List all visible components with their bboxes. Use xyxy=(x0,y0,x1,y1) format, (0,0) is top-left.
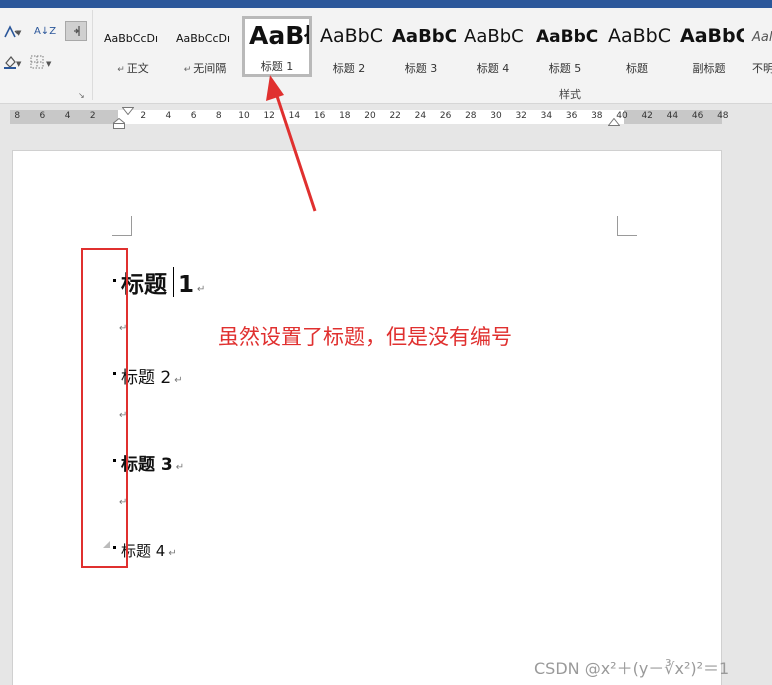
ruler-number: 30 xyxy=(490,111,502,121)
paragraph-dialog-launcher-icon[interactable]: ↘ xyxy=(78,91,85,100)
title-bar xyxy=(0,0,772,8)
ruler-number: 18 xyxy=(339,111,351,121)
style-preview: AaBbC xyxy=(464,26,524,47)
style-name: ↵ 正文 xyxy=(117,62,149,75)
change-case-dropdown-icon[interactable]: ▼ xyxy=(16,29,21,37)
ruler-number: 46 xyxy=(691,111,704,121)
ruler-number: 20 xyxy=(364,111,376,121)
ruler-number: 16 xyxy=(313,111,326,121)
ruler-number: 12 xyxy=(263,111,275,121)
style-preview: AaBł xyxy=(249,21,312,50)
word-window: ▼ A↓Z ▼ ▼ ↘ AaBbCcDı ↵ 正文 AaBbCcDı ↵ 无间隔… xyxy=(0,0,772,685)
heading-text: 标题 2 xyxy=(121,368,172,388)
borders-dropdown-icon[interactable]: ▼ xyxy=(46,60,51,68)
ruler-area: 8 6 4 2 2 4 6 8 10 12 14 16 18 20 22 24 26 28 30 32 34 36 38 40… xyxy=(0,104,772,134)
ruler-number: 48 xyxy=(717,111,729,121)
heading-number-text: 1 xyxy=(178,272,195,298)
paragraph-mark: ↵ xyxy=(174,375,183,386)
page-corner-mark xyxy=(112,216,132,236)
style-name: ↵ 无间隔 xyxy=(183,62,227,75)
ruler-number: 40 xyxy=(616,111,628,121)
ruler-number: 32 xyxy=(515,111,527,121)
heading-text: 标题 3 xyxy=(121,455,173,475)
horizontal-ruler[interactable]: 8 6 4 2 2 4 6 8 10 12 14 16 18 20 22 24 26 28 30 32 34 36 38 40… xyxy=(10,107,729,129)
sort-icon[interactable]: A↓Z xyxy=(34,21,56,41)
ruler-number: 6 xyxy=(39,111,46,121)
style-no-spacing[interactable]: AaBbCcDı ↵ 无间隔 xyxy=(170,18,240,76)
ruler-number: 38 xyxy=(591,111,603,121)
ruler-number: 14 xyxy=(288,111,301,121)
style-name: 不明 xyxy=(752,62,772,75)
ruler-number: 8 xyxy=(215,111,222,121)
ruler-number: 26 xyxy=(439,111,452,121)
group-divider xyxy=(92,10,93,100)
style-normal[interactable]: AaBbCcDı ↵ 正文 xyxy=(98,18,168,76)
borders-icon[interactable] xyxy=(26,52,48,72)
paragraph-group: ▼ A↓Z ▼ ▼ ↘ xyxy=(0,8,92,104)
ruler-number: 4 xyxy=(165,111,172,121)
style-name: 标题 1 xyxy=(260,60,294,73)
styles-group-label: 样式 xyxy=(559,88,581,101)
style-heading-1[interactable]: AaBł 标题 1 xyxy=(242,16,312,77)
ruler-number: 36 xyxy=(565,111,578,121)
paragraph-mark: ↵ xyxy=(197,284,206,295)
style-preview: AaBbCcDı xyxy=(104,32,159,45)
style-preview: AaBbC xyxy=(680,25,744,47)
paragraph-mark: ↵ xyxy=(168,548,177,559)
style-subtitle[interactable]: AaBbC 副标题 xyxy=(674,18,744,76)
paragraph-mark: ↵ xyxy=(175,462,185,473)
ruler-number: 24 xyxy=(414,111,427,121)
style-subtle-emphasis[interactable]: Aal 不明 xyxy=(746,18,772,76)
ruler-number: 28 xyxy=(465,111,477,121)
style-preview: AaBbC xyxy=(320,25,384,47)
ruler-number: 42 xyxy=(641,111,653,121)
ruler-number: 2 xyxy=(89,111,96,121)
style-name: 标题 4 xyxy=(476,62,510,75)
style-heading-4[interactable]: AaBbC 标题 4 xyxy=(458,18,528,76)
style-title[interactable]: AaBbC 标题 xyxy=(602,18,672,76)
style-preview: AaBbCcDı xyxy=(176,32,231,45)
shading-dropdown-icon[interactable]: ▼ xyxy=(16,60,21,68)
ruler-number: 4 xyxy=(64,111,71,121)
ruler-number: 22 xyxy=(389,111,401,121)
text-cursor xyxy=(173,267,174,297)
ruler-number: 44 xyxy=(666,111,679,121)
style-preview: AaBbC xyxy=(608,25,672,47)
ruler-number: 6 xyxy=(190,111,197,121)
style-preview: Aal xyxy=(752,30,772,45)
annotation-text: 虽然设置了标题，但是没有编号 xyxy=(218,325,512,349)
style-name: 副标题 xyxy=(692,62,726,75)
style-name: 标题 3 xyxy=(404,62,438,75)
ribbon: ▼ A↓Z ▼ ▼ ↘ AaBbCcDı ↵ 正文 AaBbCcDı ↵ 无间隔… xyxy=(0,8,772,104)
style-preview: AaBbC xyxy=(536,27,599,47)
style-heading-2[interactable]: AaBbC 标题 2 xyxy=(314,18,384,76)
style-name: 标题 xyxy=(626,62,648,75)
first-line-indent-marker[interactable] xyxy=(122,107,134,115)
style-heading-3[interactable]: AaBbC 标题 3 xyxy=(386,18,456,76)
hanging-indent-marker[interactable] xyxy=(113,118,125,129)
ruler-number: 2 xyxy=(140,111,147,121)
style-heading-5[interactable]: AaBbC 标题 5 xyxy=(530,18,600,76)
style-name: 标题 2 xyxy=(332,62,366,75)
style-name: 标题 5 xyxy=(548,62,582,75)
style-preview: AaBbC xyxy=(392,26,456,47)
annotation-highlight-box xyxy=(81,248,128,568)
show-formatting-marks-icon[interactable] xyxy=(65,21,87,41)
ruler-number: 10 xyxy=(238,111,250,121)
watermark-text: CSDN @x²＋(y－∛x²)²＝1 xyxy=(534,659,730,678)
page-corner-mark xyxy=(617,216,637,236)
ruler-number: 8 xyxy=(14,111,21,121)
ruler-number: 34 xyxy=(540,111,553,121)
styles-gallery: AaBbCcDı ↵ 正文 AaBbCcDı ↵ 无间隔 AaBł 标题 1 AaB… xyxy=(98,14,772,82)
